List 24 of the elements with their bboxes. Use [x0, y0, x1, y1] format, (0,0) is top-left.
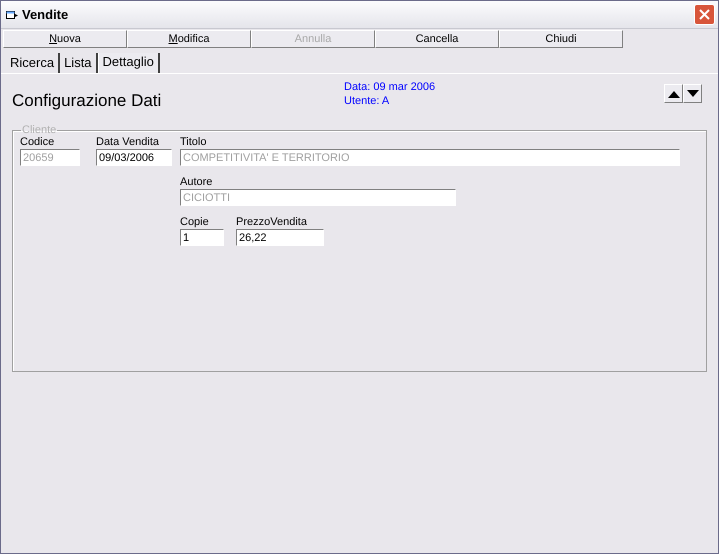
close-button[interactable]	[694, 4, 715, 25]
field-label: Copie	[180, 216, 210, 229]
close-icon	[699, 9, 710, 20]
field-label: Autore	[180, 176, 214, 189]
down-button[interactable]	[683, 84, 702, 103]
group-legend: Cliente	[21, 124, 58, 136]
field-label: Titolo	[180, 136, 208, 149]
up-button[interactable]	[664, 84, 683, 103]
toolbar-button[interactable]: Chiudi	[499, 30, 623, 48]
up-arrow-icon	[668, 90, 680, 98]
section-heading: Configurazione Dati	[12, 90, 162, 111]
info-text: Utente: A	[344, 94, 390, 108]
toolbar-button[interactable]: Modifica	[127, 30, 251, 48]
info-text: Data: 09 mar 2006	[344, 80, 436, 94]
toolbar-button[interactable]: Nuova	[3, 30, 127, 48]
window-icon	[6, 9, 18, 20]
field-label: Data Vendita	[96, 136, 160, 149]
tab[interactable]: Dettaglio	[98, 53, 160, 73]
field-label: PrezzoVendita	[236, 216, 308, 229]
field-label: Codice	[20, 136, 56, 149]
down-arrow-icon	[686, 90, 698, 98]
window-title: Vendite	[22, 7, 70, 22]
toolbar-button[interactable]: Cancella	[375, 30, 499, 48]
tab[interactable]: Ricerca	[6, 53, 60, 73]
